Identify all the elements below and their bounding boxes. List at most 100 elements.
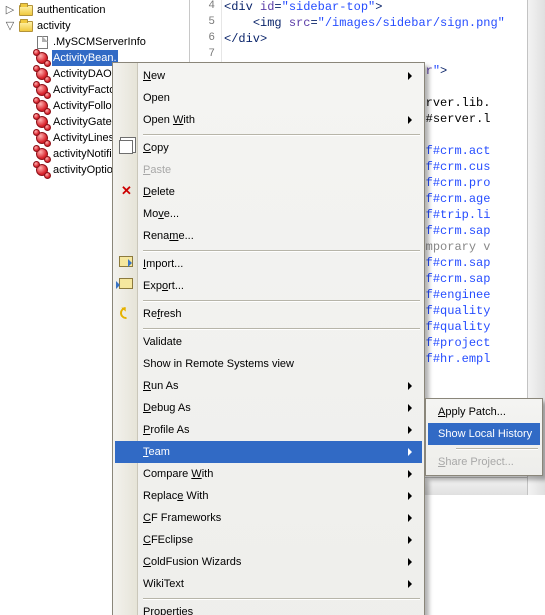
line-number: 6 [190, 32, 221, 48]
tree-item[interactable]: ▷ authentication [0, 2, 189, 18]
menu-item-label: Debug As [143, 402, 191, 414]
menu-item[interactable]: ✕ Delete [115, 181, 422, 203]
menu-item[interactable]: Open With [115, 109, 422, 131]
menu-item-label: Refresh [143, 308, 182, 320]
tree-item-label: ActivityBean. [52, 50, 118, 66]
menu-item-label: Compare With [143, 468, 213, 480]
menu-item-label: Export... [143, 280, 184, 292]
menu-item[interactable]: Replace With [115, 485, 422, 507]
folder-icon [18, 18, 34, 34]
menu-item[interactable]: CFEclipse [115, 529, 422, 551]
code-line[interactable]: <img src="/images/sidebar/sign.png" [224, 16, 543, 32]
component-icon [34, 130, 50, 146]
menu-item-label: Share Project... [438, 456, 514, 468]
menu-item[interactable]: Rename... [115, 225, 422, 247]
tree-item-label: ActivityGate [52, 114, 113, 130]
menu-item[interactable]: Compare With [115, 463, 422, 485]
menu-item-label: Profile As [143, 424, 189, 436]
tree-item-label: activityNotifi [52, 146, 113, 162]
menu-item[interactable]: Debug As [115, 397, 422, 419]
menu-item-label: CFEclipse [143, 534, 193, 546]
submenu-arrow-icon [408, 514, 416, 522]
copy-icon [119, 140, 135, 156]
component-icon [34, 146, 50, 162]
code-line[interactable]: </div> [224, 32, 543, 48]
delete-icon: ✕ [119, 184, 135, 200]
menu-item-label: Validate [143, 336, 182, 348]
menu-item-label: CF Frameworks [143, 512, 221, 524]
menu-item: Paste [115, 159, 422, 181]
tree-item-label: .MySCMServerInfo [52, 34, 147, 50]
menu-item[interactable]: New [115, 65, 422, 87]
file-icon [34, 34, 50, 50]
menu-item-label: Import... [143, 258, 183, 270]
submenu-arrow-icon [408, 558, 416, 566]
menu-item[interactable]: Show in Remote Systems view [115, 353, 422, 375]
menu-item[interactable]: Profile As [115, 419, 422, 441]
menu-item[interactable]: Team [115, 441, 422, 463]
line-number: 5 [190, 16, 221, 32]
submenu-arrow-icon [408, 72, 416, 80]
menu-item[interactable]: Open [115, 87, 422, 109]
tree-twisty-icon[interactable]: ▽ [2, 18, 18, 34]
menu-item[interactable]: Export... [115, 275, 422, 297]
context-menu[interactable]: New Open Open With Copy Paste ✕ Delete Move... R… [112, 62, 425, 615]
tree-twisty-icon[interactable]: ▷ [2, 2, 18, 18]
menu-item-label: Properties [143, 606, 193, 615]
component-icon [34, 162, 50, 178]
tree-item-label: activity [36, 18, 72, 34]
menu-item[interactable]: Copy [115, 137, 422, 159]
menu-item-label: Delete [143, 186, 175, 198]
tree-item-label: ActivityFollo [52, 98, 113, 114]
menu-item[interactable]: Properties [115, 601, 422, 615]
import-icon [119, 256, 135, 272]
menu-item-label: Open With [143, 114, 195, 126]
menu-item[interactable]: Apply Patch... [428, 401, 540, 423]
menu-item[interactable]: Run As [115, 375, 422, 397]
submenu-arrow-icon [408, 470, 416, 478]
menu-item[interactable]: Refresh [115, 303, 422, 325]
export-icon [119, 278, 135, 294]
tree-item-label: ActivityFacto [52, 82, 116, 98]
menu-item[interactable]: ColdFusion Wizards [115, 551, 422, 573]
component-icon [34, 98, 50, 114]
component-icon [34, 50, 50, 66]
menu-item-label: Team [143, 446, 170, 458]
line-number: 4 [190, 0, 221, 16]
menu-item-label: Paste [143, 164, 171, 176]
tree-item[interactable]: .MySCMServerInfo [0, 34, 189, 50]
menu-item-label: Open [143, 92, 170, 104]
submenu-arrow-icon [408, 116, 416, 124]
menu-item[interactable]: CF Frameworks [115, 507, 422, 529]
menu-item-label: Apply Patch... [438, 406, 506, 418]
menu-item[interactable]: Show Local History [428, 423, 540, 445]
submenu-arrow-icon [408, 536, 416, 544]
component-icon [34, 114, 50, 130]
tree-item[interactable]: ▽ activity [0, 18, 189, 34]
team-submenu[interactable]: Apply Patch... Show Local History Share Pr… [425, 398, 543, 476]
submenu-arrow-icon [408, 426, 416, 434]
refresh-icon [119, 306, 135, 322]
submenu-arrow-icon [408, 492, 416, 500]
code-line[interactable]: <div id="sidebar-top"> [224, 0, 543, 16]
submenu-arrow-icon [408, 404, 416, 412]
menu-item-label: Show in Remote Systems view [143, 358, 294, 370]
tree-item-label: activityOptio [52, 162, 114, 178]
component-icon [34, 82, 50, 98]
menu-item-label: New [143, 70, 165, 82]
menu-item[interactable]: Validate [115, 331, 422, 353]
folder-icon [18, 2, 34, 18]
menu-item-label: WikiText [143, 578, 184, 590]
menu-item-label: Replace With [143, 490, 208, 502]
menu-item[interactable]: Move... [115, 203, 422, 225]
menu-item-label: Move... [143, 208, 179, 220]
menu-item-label: Run As [143, 380, 178, 392]
tree-item-label: ActivityDAO. [52, 66, 116, 82]
submenu-arrow-icon [408, 448, 416, 456]
menu-item[interactable]: WikiText [115, 573, 422, 595]
submenu-arrow-icon [408, 580, 416, 588]
menu-item-label: Show Local History [438, 428, 532, 440]
submenu-arrow-icon [408, 382, 416, 390]
menu-item[interactable]: Import... [115, 253, 422, 275]
tree-item-label: authentication [36, 2, 107, 18]
